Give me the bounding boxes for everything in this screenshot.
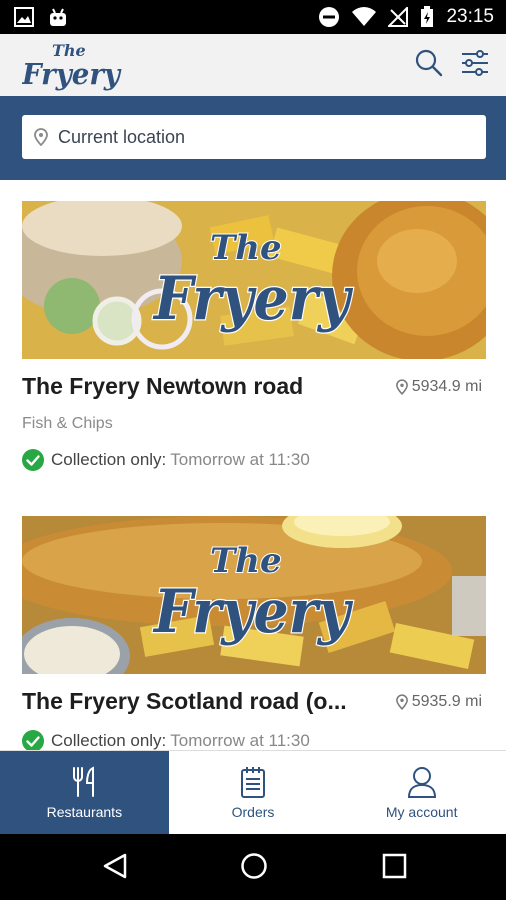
back-icon[interactable] <box>102 852 128 880</box>
wifi-icon <box>352 7 377 27</box>
distance-value: 5935.9 mi <box>411 693 482 710</box>
nav-label: Orders <box>231 803 275 820</box>
nav-tab-restaurants[interactable]: Restaurants <box>0 751 169 834</box>
restaurant-card[interactable]: The Fryery The Fryery Scotland road (o..… <box>22 516 486 750</box>
restaurant-card[interactable]: The Fryery The Fryery Newtown road 5934.… <box>22 201 486 471</box>
recents-icon[interactable] <box>382 852 408 880</box>
location-band: Current location <box>0 96 506 180</box>
location-search-input[interactable]: Current location <box>22 115 486 159</box>
overlay-logo-line2: Fryery <box>152 577 354 647</box>
header-actions <box>414 48 490 78</box>
system-navigation-bar <box>0 834 506 900</box>
nav-label: Restaurants <box>46 803 123 820</box>
do-not-disturb-icon <box>319 7 340 27</box>
home-icon[interactable] <box>240 852 268 880</box>
collection-time: Tomorrow at 11:30 <box>170 731 310 750</box>
status-right: 23:15 <box>318 6 494 28</box>
overlay-logo-line1: The <box>210 541 282 581</box>
nav-tab-orders[interactable]: Orders <box>169 751 338 834</box>
app-logo[interactable]: The Fryery <box>22 38 122 92</box>
nav-label: My account <box>385 803 458 820</box>
filter-sliders-icon[interactable] <box>460 48 490 78</box>
restaurant-cuisine: Fish & Chips <box>22 415 113 432</box>
cell-signal-icon <box>388 7 409 27</box>
location-text: Current location <box>58 126 186 147</box>
collection-label: Collection only: <box>51 450 167 469</box>
logo-line2: Fryery <box>22 57 122 91</box>
status-bar: 23:15 <box>0 0 506 34</box>
restaurant-name[interactable]: The Fryery Newtown road <box>22 373 362 400</box>
location-pin-icon <box>395 379 408 395</box>
status-time: 23:15 <box>446 6 494 27</box>
restaurant-logo-overlay: The Fryery <box>151 540 355 648</box>
collection-info: Collection only: Tomorrow at 11:30 <box>22 449 486 471</box>
collection-info: Collection only: Tomorrow at 11:30 <box>22 730 486 750</box>
check-circle-icon <box>22 730 44 750</box>
restaurant-distance: 5934.9 mi <box>395 378 482 396</box>
restaurant-image[interactable]: The Fryery <box>22 516 486 674</box>
notepad-icon <box>241 766 265 798</box>
nav-tab-my-account[interactable]: My account <box>337 751 506 834</box>
restaurant-distance: 5935.9 mi <box>395 693 482 711</box>
fork-knife-icon <box>73 766 95 797</box>
overlay-logo-line1: The <box>210 228 282 268</box>
overlay-logo-line2: Fryery <box>152 264 354 334</box>
card-title-row: The Fryery Newtown road 5934.9 mi <box>22 359 486 411</box>
collection-time: Tomorrow at 11:30 <box>170 450 310 469</box>
restaurant-logo-overlay: The Fryery <box>151 227 355 335</box>
location-pin-icon <box>395 694 408 710</box>
collection-label: Collection only: <box>51 731 167 750</box>
battery-charging-icon <box>421 6 434 27</box>
app-header: The Fryery <box>0 34 506 96</box>
android-notification-icon <box>50 8 66 26</box>
check-circle-icon <box>22 449 44 471</box>
restaurant-image[interactable]: The Fryery <box>22 201 486 359</box>
search-icon[interactable] <box>414 48 444 78</box>
distance-value: 5934.9 mi <box>411 378 482 395</box>
restaurant-list[interactable]: The Fryery The Fryery Newtown road 5934.… <box>0 180 506 750</box>
image-notification-icon <box>14 7 34 27</box>
bottom-navigation: Restaurants Orders My account <box>0 750 506 834</box>
status-left <box>14 7 68 27</box>
location-pin-icon <box>34 128 48 146</box>
restaurant-name[interactable]: The Fryery Scotland road (o... <box>22 688 362 715</box>
user-icon <box>407 766 436 798</box>
card-title-row: The Fryery Scotland road (o... 5935.9 mi <box>22 674 486 726</box>
